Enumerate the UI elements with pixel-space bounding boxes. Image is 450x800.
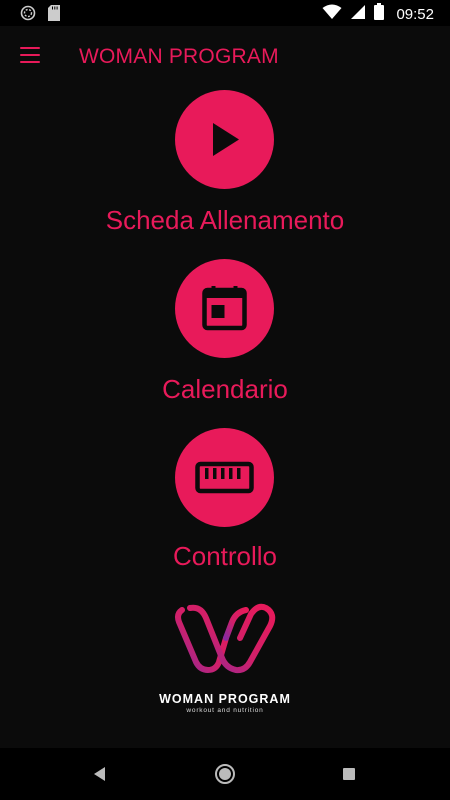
woman-program-logo: WOMAN PROGRAM workout and nutrition bbox=[0, 600, 450, 720]
recents-icon[interactable] bbox=[337, 762, 361, 786]
app-bar: WOMAN PROGRAM bbox=[0, 26, 450, 86]
menu-item-calendario[interactable]: Calendario bbox=[0, 259, 450, 409]
status-bar: 09:52 bbox=[0, 0, 450, 26]
hamburger-menu-icon[interactable] bbox=[18, 44, 42, 66]
ruler-icon bbox=[195, 461, 254, 494]
menu-item-label: Scheda Allenamento bbox=[105, 205, 345, 235]
menu-item-label: Calendario bbox=[162, 374, 288, 404]
ruler-button[interactable] bbox=[175, 428, 274, 527]
wifi-icon bbox=[322, 4, 342, 25]
back-icon[interactable] bbox=[88, 762, 112, 786]
w-logo-icon bbox=[175, 603, 276, 674]
calendar-icon bbox=[202, 286, 247, 331]
menu-item-label: Controllo bbox=[172, 541, 278, 571]
menu-item-scheda-allenamento[interactable]: Scheda Allenamento bbox=[0, 90, 450, 240]
battery-icon bbox=[374, 3, 385, 25]
app-title: WOMAN PROGRAM bbox=[79, 45, 279, 68]
logo-tagline: workout and nutrition bbox=[186, 707, 264, 714]
home-icon[interactable] bbox=[213, 762, 237, 786]
notification-icon bbox=[20, 5, 36, 26]
play-icon bbox=[213, 123, 239, 156]
system-nav-bar bbox=[0, 748, 450, 800]
play-button[interactable] bbox=[175, 90, 274, 189]
calendar-button[interactable] bbox=[175, 259, 274, 358]
signal-icon bbox=[350, 4, 366, 25]
status-time: 09:52 bbox=[396, 5, 434, 23]
menu-item-controllo[interactable]: Controllo bbox=[0, 428, 450, 578]
sd-card-icon bbox=[48, 5, 60, 26]
logo-name: WOMAN PROGRAM bbox=[159, 692, 291, 706]
